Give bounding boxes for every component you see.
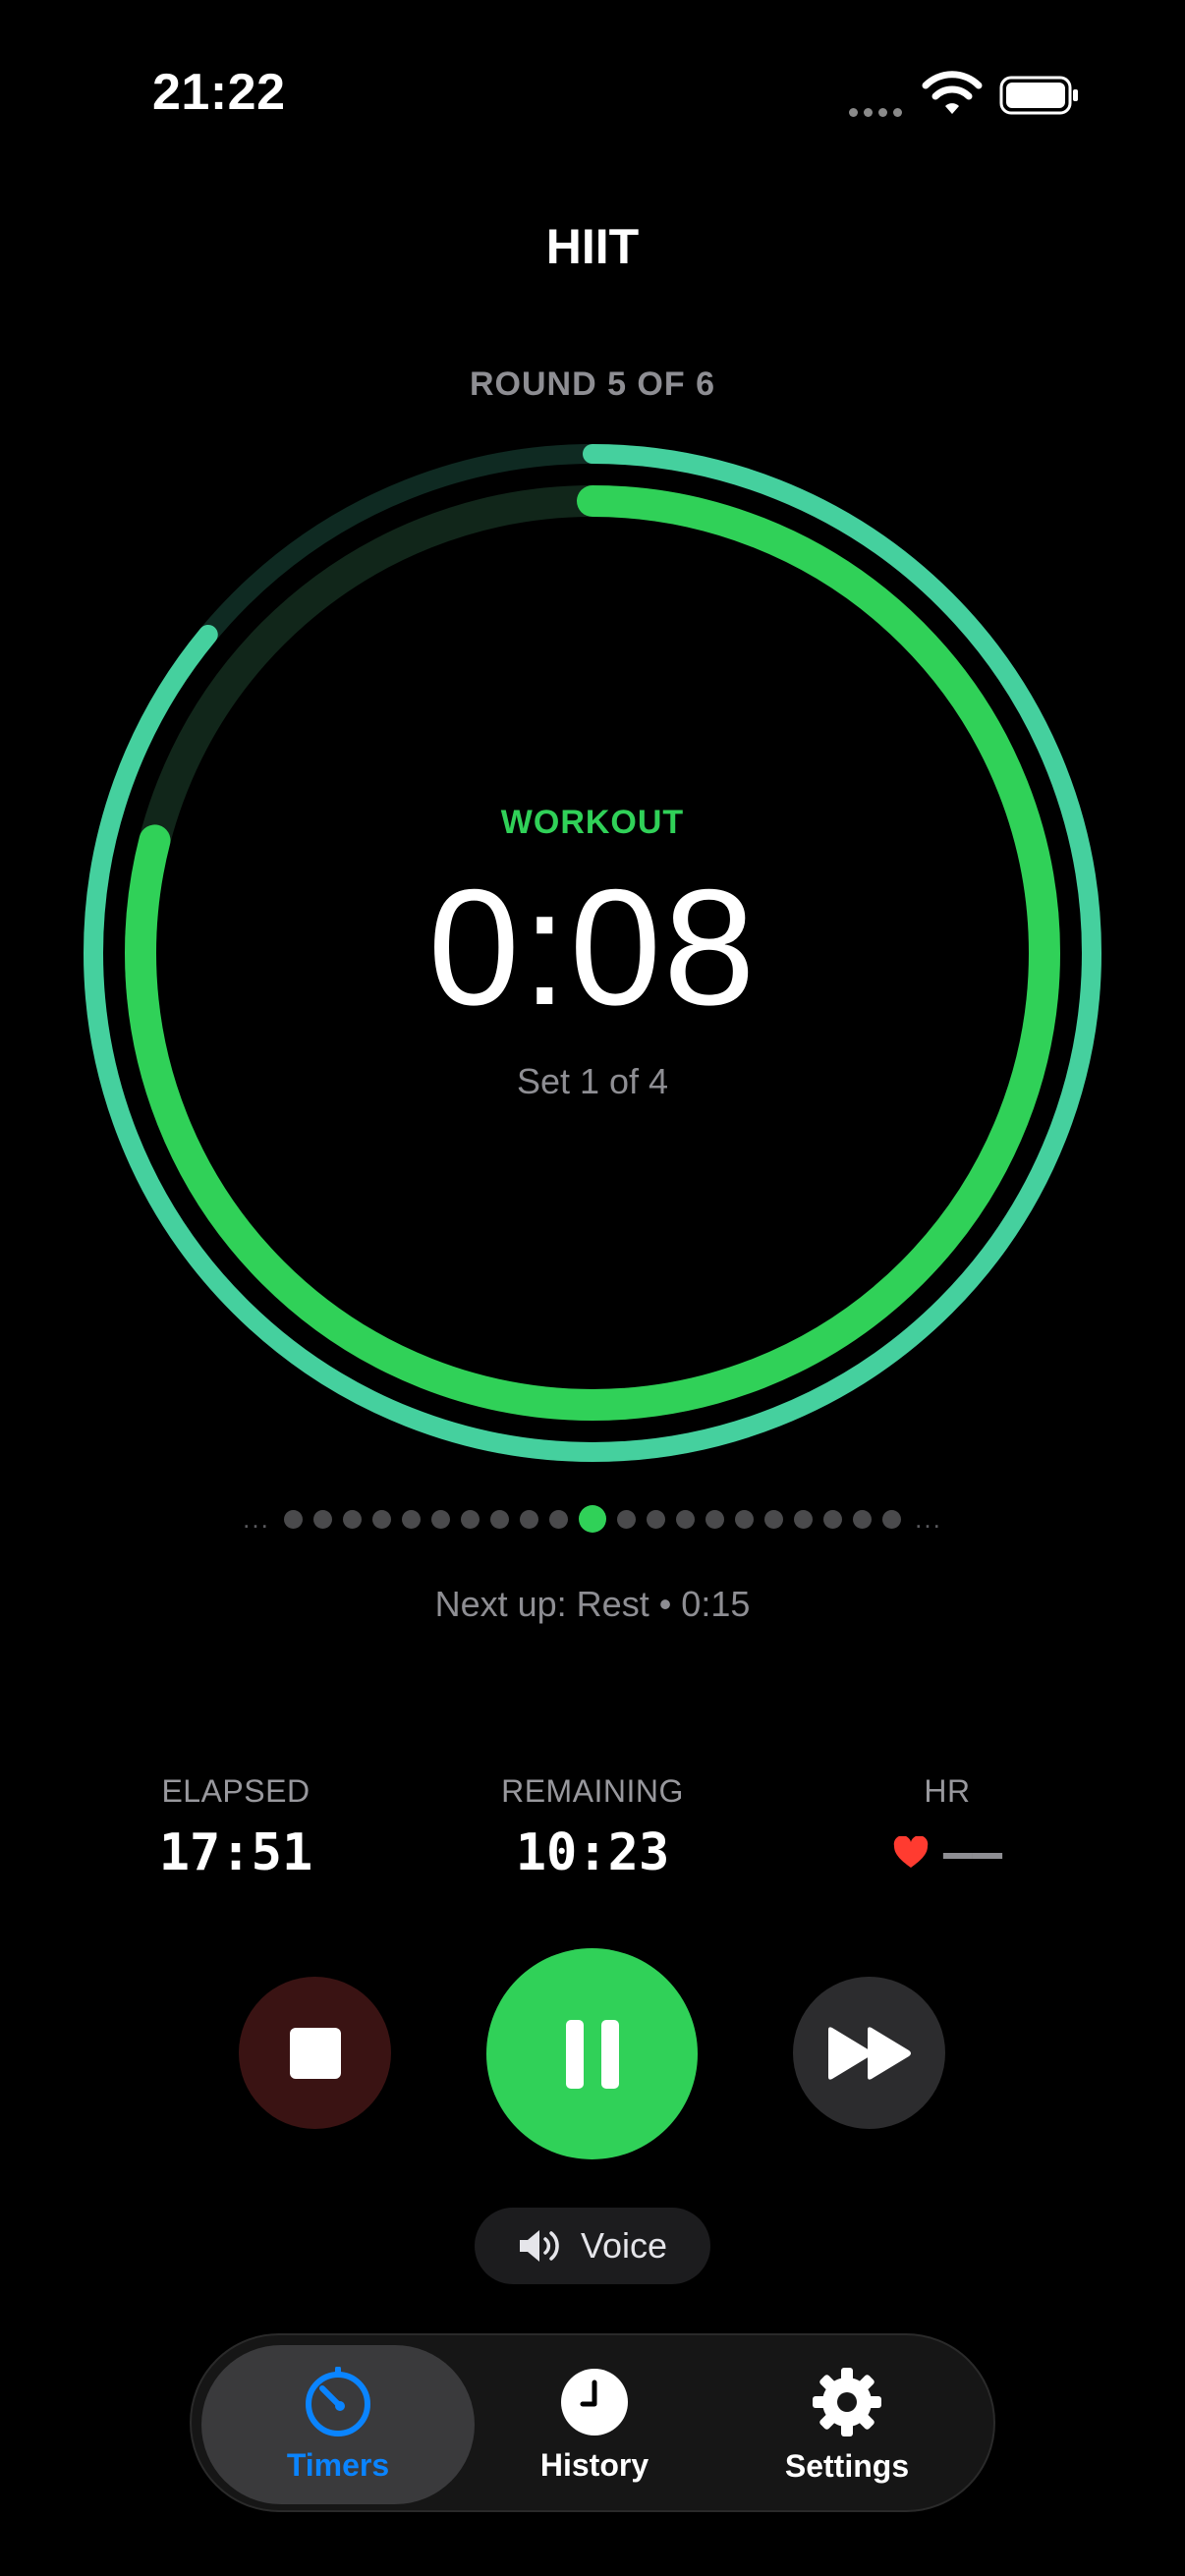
- progress-dot: [882, 1509, 901, 1529]
- tab-history[interactable]: History: [458, 2345, 731, 2504]
- round-label: ROUND 5 OF 6: [469, 365, 716, 403]
- progress-dot: [647, 1509, 665, 1529]
- progress-dot: [431, 1509, 450, 1529]
- progress-dot: [853, 1509, 872, 1529]
- hr-value: ——: [942, 1824, 1003, 1881]
- elapsed-value: 17:51: [158, 1823, 313, 1882]
- tab-history-label: History: [539, 2446, 649, 2483]
- status-time: 21:22: [152, 64, 286, 121]
- pause-button[interactable]: [486, 1948, 698, 2159]
- progress-dot: [764, 1509, 783, 1529]
- progress-dot: [372, 1509, 391, 1529]
- phase-label: WORKOUT: [500, 804, 685, 841]
- progress-dot: [313, 1509, 332, 1529]
- progress-dot: [490, 1509, 509, 1529]
- heart-icon: [893, 1836, 929, 1868]
- progress-dot: [343, 1509, 362, 1529]
- progress-dot: [284, 1509, 303, 1529]
- progress-dot: [461, 1509, 480, 1529]
- dots-trailing-ellipsis: ...: [915, 1503, 942, 1534]
- stop-button[interactable]: [239, 1977, 391, 2129]
- next-up-label: Next up: Rest • 0:15: [434, 1584, 751, 1624]
- voice-toggle[interactable]: Voice: [475, 2208, 710, 2284]
- countdown-timer: 0:08: [427, 855, 758, 1039]
- gear-icon: [813, 2367, 881, 2436]
- progress-dot: [617, 1509, 636, 1529]
- tab-bar: Timers History Settings: [190, 2333, 995, 2512]
- progress-dot: [794, 1509, 813, 1529]
- dots-leading-ellipsis: ...: [243, 1503, 270, 1534]
- progress-dot: [823, 1509, 842, 1529]
- progress-dot: [549, 1509, 568, 1529]
- remaining-value: 10:23: [515, 1823, 670, 1882]
- remaining-stat: REMAINING 10:23: [435, 1773, 750, 1882]
- tab-timers[interactable]: Timers: [201, 2345, 475, 2504]
- progress-dot: [735, 1509, 754, 1529]
- workout-title: HIIT: [545, 219, 640, 274]
- heart-rate-stat: HR ——: [790, 1773, 1104, 1882]
- clock-icon: [561, 2368, 628, 2436]
- fast-forward-icon: [827, 2026, 911, 2080]
- tab-settings[interactable]: Settings: [710, 2345, 984, 2504]
- elapsed-label: ELAPSED: [161, 1773, 310, 1809]
- cellular-signal-icon: [849, 105, 908, 119]
- hr-label: HR: [924, 1773, 971, 1809]
- remaining-label: REMAINING: [501, 1773, 684, 1809]
- progress-dot: [402, 1509, 421, 1529]
- wifi-icon: [922, 71, 983, 114]
- skip-button[interactable]: [793, 1977, 945, 2129]
- tab-timers-label: Timers: [286, 2446, 390, 2483]
- pause-icon: [565, 2019, 619, 2089]
- interval-progress-dots: ......: [0, 1503, 1185, 1535]
- progress-dot: [705, 1509, 724, 1529]
- stop-icon: [289, 2027, 341, 2079]
- voice-label: Voice: [580, 2225, 668, 2266]
- progress-dot-active: [579, 1505, 606, 1533]
- speaker-icon: [519, 2230, 559, 2262]
- progress-dot: [676, 1509, 695, 1529]
- battery-icon: [999, 76, 1078, 115]
- timer-icon: [306, 2366, 370, 2436]
- tab-settings-label: Settings: [784, 2447, 910, 2484]
- set-label: Set 1 of 4: [516, 1061, 669, 1101]
- elapsed-stat: ELAPSED 17:51: [79, 1773, 393, 1882]
- progress-dot: [520, 1509, 538, 1529]
